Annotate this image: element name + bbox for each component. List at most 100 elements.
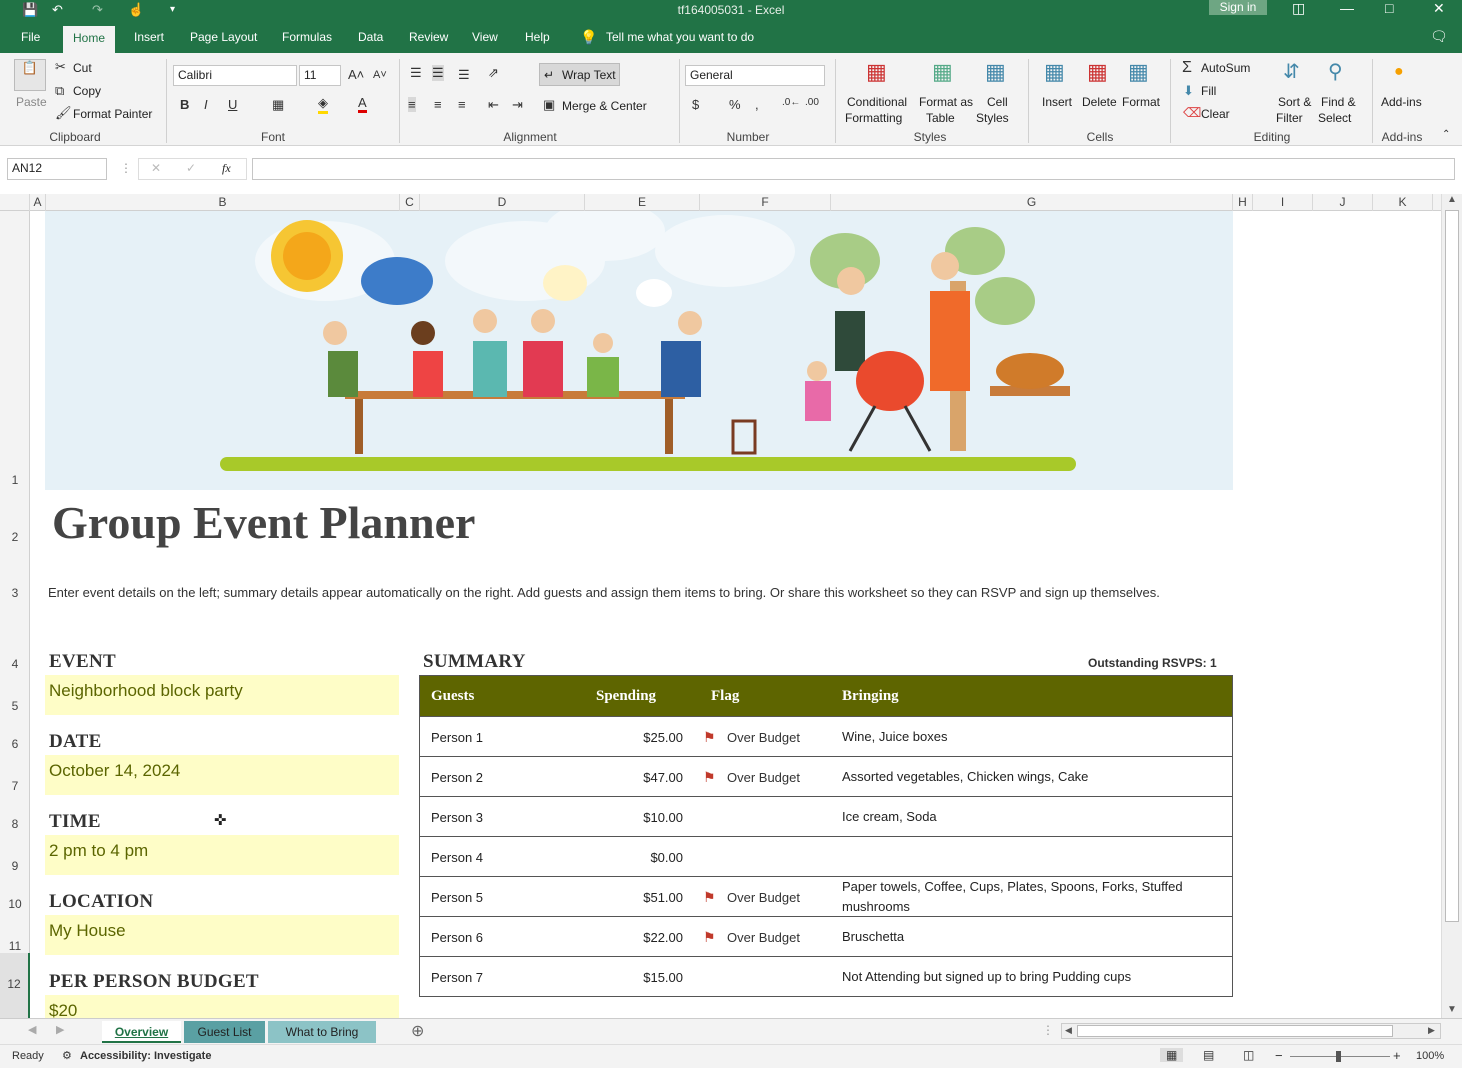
align-left-icon[interactable]: ≡ <box>408 97 416 112</box>
tab-page-layout[interactable]: Page Layout <box>180 22 267 53</box>
add-ins-button[interactable]: Add-ins <box>1381 95 1422 109</box>
row-header[interactable]: 4 <box>0 657 30 671</box>
vertical-scrollbar[interactable]: ▲ ▼ <box>1441 194 1462 1018</box>
find-select-line1[interactable]: Find & <box>1321 95 1356 109</box>
header-guests[interactable]: Guests <box>431 676 474 716</box>
accessibility-status[interactable]: Accessibility: Investigate <box>80 1050 211 1062</box>
formula-input[interactable] <box>252 158 1455 180</box>
row-header[interactable]: 5 <box>0 699 30 713</box>
sheet-tab-what-to-bring[interactable]: What to Bring <box>268 1021 376 1043</box>
row-header[interactable]: 10 <box>0 897 30 911</box>
clear-button[interactable]: Clear <box>1201 107 1230 121</box>
fill-button[interactable]: Fill <box>1201 84 1216 98</box>
page-break-view-icon[interactable]: ◫ <box>1243 1048 1254 1062</box>
row-header[interactable]: 8 <box>0 817 30 831</box>
cancel-icon[interactable]: ✕ <box>151 161 161 175</box>
new-sheet-icon[interactable]: ⊕ <box>411 1021 424 1041</box>
currency-icon[interactable]: $ <box>692 97 699 112</box>
paste-button-label[interactable]: Paste <box>16 95 47 109</box>
flag-cell[interactable]: Over Budget <box>727 717 800 757</box>
budget-input[interactable]: $20 <box>45 995 399 1018</box>
align-right-icon[interactable]: ≡ <box>458 97 466 112</box>
tab-file[interactable]: File <box>11 22 50 53</box>
comma-style-icon[interactable]: , <box>755 97 759 112</box>
zoom-in-icon[interactable]: + <box>1393 1048 1401 1063</box>
header-bringing[interactable]: Bringing <box>842 676 899 716</box>
row-header[interactable]: 11 <box>0 939 30 953</box>
date-input[interactable]: October 14, 2024 <box>45 755 399 795</box>
column-header[interactable]: J <box>1313 194 1373 211</box>
row-header[interactable]: 7 <box>0 779 30 793</box>
font-size-select[interactable]: 11 <box>299 65 341 86</box>
bringing-cell[interactable]: Assorted vegetables, Chicken wings, Cake <box>842 757 1222 797</box>
cut-button[interactable]: Cut <box>73 61 92 75</box>
hscroll-thumb[interactable] <box>1077 1025 1393 1037</box>
worksheet[interactable]: Group Event Planner Enter event details … <box>30 211 1441 1018</box>
paste-icon[interactable]: 📋 <box>14 59 46 91</box>
conditional-formatting-line1[interactable]: Conditional <box>847 95 907 109</box>
spending-cell[interactable]: $47.00 <box>420 757 683 797</box>
borders-icon[interactable]: ▦ <box>272 97 284 113</box>
fill-color-icon[interactable]: ◈ <box>318 95 328 114</box>
cell-styles-line2[interactable]: Styles <box>976 111 1009 125</box>
tab-view[interactable]: View <box>462 22 508 53</box>
cell-styles-line1[interactable]: Cell <box>987 95 1008 109</box>
header-spending[interactable]: Spending <box>596 676 656 716</box>
sheet-tab-guest-list[interactable]: Guest List <box>184 1021 265 1043</box>
column-header[interactable]: H <box>1233 194 1253 211</box>
sign-in-button[interactable]: Sign in <box>1209 0 1267 15</box>
minimize-icon[interactable]: — <box>1340 0 1354 16</box>
align-bottom-icon[interactable]: ☰ <box>458 67 470 83</box>
flag-cell[interactable]: Over Budget <box>727 917 800 957</box>
sheet-tab-overview[interactable]: Overview <box>102 1021 181 1043</box>
percent-icon[interactable]: % <box>729 97 741 112</box>
scroll-up-icon[interactable]: ▲ <box>1447 194 1457 205</box>
align-center-icon[interactable]: ≡ <box>434 97 442 112</box>
row-header[interactable]: 6 <box>0 737 30 751</box>
horizontal-scrollbar[interactable]: ◀ ▶ <box>1061 1023 1441 1039</box>
bold-icon[interactable]: B <box>180 97 189 112</box>
orientation-icon[interactable]: ⇗ <box>488 65 499 81</box>
font-name-select[interactable]: Calibri <box>173 65 297 86</box>
column-header[interactable]: B <box>46 194 400 211</box>
decrease-indent-icon[interactable]: ⇤ <box>488 97 499 113</box>
normal-view-icon[interactable]: ▦ <box>1160 1048 1184 1062</box>
collapse-ribbon-icon[interactable]: ⌃ <box>1442 129 1450 140</box>
increase-indent-icon[interactable]: ⇥ <box>512 97 523 113</box>
maximize-icon[interactable]: □ <box>1385 0 1393 16</box>
bringing-cell[interactable]: Paper towels, Coffee, Cups, Plates, Spoo… <box>842 877 1222 917</box>
close-icon[interactable]: ✕ <box>1433 0 1445 17</box>
format-as-table-line1[interactable]: Format as <box>919 95 973 109</box>
tab-help[interactable]: Help <box>515 22 560 53</box>
name-box[interactable]: AN12 <box>7 158 107 180</box>
row-header[interactable]: 9 <box>0 859 30 873</box>
merge-center-button[interactable]: Merge & Center <box>562 99 647 113</box>
scroll-thumb[interactable] <box>1445 210 1459 922</box>
spending-cell[interactable]: $51.00 <box>420 877 683 917</box>
select-all-corner[interactable] <box>0 194 30 211</box>
underline-icon[interactable]: U <box>228 97 237 112</box>
number-format-select[interactable]: General <box>685 65 825 86</box>
bringing-cell[interactable]: Wine, Juice boxes <box>842 717 1222 757</box>
column-header[interactable]: I <box>1253 194 1313 211</box>
bringing-cell[interactable]: Bruschetta <box>842 917 1222 957</box>
spending-cell[interactable]: $25.00 <box>420 717 683 757</box>
time-input[interactable]: 2 pm to 4 pm <box>45 835 399 875</box>
format-as-table-line2[interactable]: Table <box>926 111 955 125</box>
spending-cell[interactable]: $10.00 <box>420 797 683 837</box>
comments-icon[interactable]: 🗨 <box>1430 28 1448 45</box>
tab-insert[interactable]: Insert <box>124 22 174 53</box>
next-sheet-icon[interactable]: ▶ <box>56 1023 64 1036</box>
tab-review[interactable]: Review <box>399 22 458 53</box>
column-header[interactable]: F <box>700 194 831 211</box>
location-input[interactable]: My House <box>45 915 399 955</box>
format-painter-button[interactable]: Format Painter <box>73 107 152 121</box>
bringing-cell[interactable] <box>842 837 1222 877</box>
row-header[interactable]: 1 <box>0 473 30 487</box>
prev-sheet-icon[interactable]: ◀ <box>28 1023 36 1036</box>
enter-icon[interactable]: ✓ <box>186 161 196 175</box>
spending-cell[interactable]: $15.00 <box>420 957 683 997</box>
tab-data[interactable]: Data <box>348 22 393 53</box>
column-header[interactable]: G <box>831 194 1233 211</box>
tab-home[interactable]: Home <box>63 26 116 53</box>
